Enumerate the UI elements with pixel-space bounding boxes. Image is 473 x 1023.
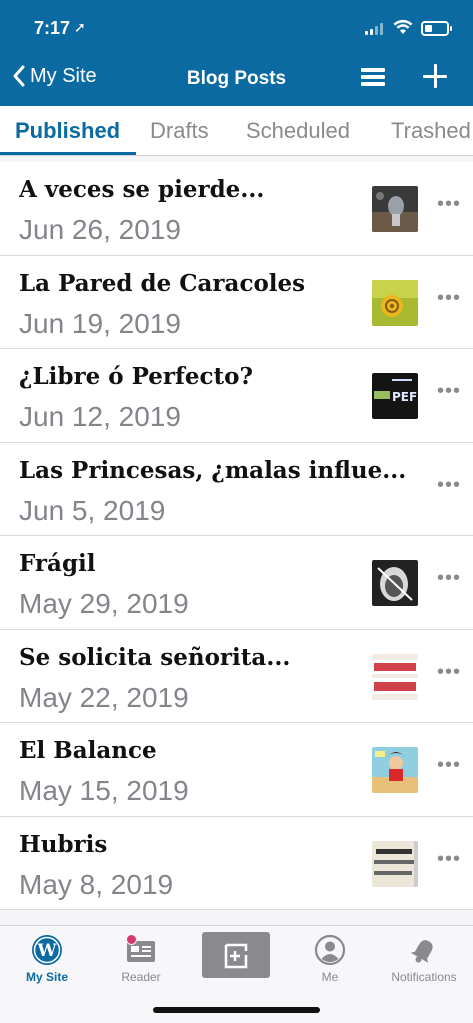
nav-bar: My Site Blog Posts	[0, 58, 473, 102]
post-date: May 8, 2019	[19, 868, 174, 900]
more-options-icon[interactable]: •••	[437, 193, 461, 217]
more-options-icon[interactable]: •••	[437, 567, 461, 591]
tab-notifications[interactable]: Notifications	[379, 934, 469, 984]
tab-trashed[interactable]: Trashed	[391, 118, 471, 144]
add-post-button[interactable]	[423, 64, 447, 88]
list-item[interactable]: Frágil May 29, 2019 •••	[0, 536, 473, 630]
post-list: A veces se pierde... Jun 26, 2019 ••• La…	[0, 162, 473, 910]
list-item[interactable]: La Pared de Caracoles Jun 19, 2019 •••	[0, 255, 473, 349]
list-item[interactable]: Hubris May 8, 2019 •••	[0, 816, 473, 910]
tab-scheduled[interactable]: Scheduled	[246, 118, 350, 144]
tab-label: Me	[321, 970, 339, 984]
post-date: May 15, 2019	[19, 775, 189, 806]
post-thumbnail	[372, 747, 418, 793]
svg-text:PEFEC: PEFEC	[392, 390, 418, 404]
battery-icon	[421, 21, 452, 36]
cellular-signal-icon	[365, 23, 383, 35]
tab-label: Notifications	[391, 970, 457, 984]
post-title: Frágil	[19, 550, 96, 577]
tab-label: Reader	[121, 970, 161, 984]
post-date: Jun 26, 2019	[19, 214, 181, 245]
post-title: ¿Libre ó Perfecto?	[19, 363, 253, 390]
post-thumbnail: PEFEC	[372, 373, 418, 419]
compose-post-button[interactable]	[191, 932, 281, 978]
profile-icon	[314, 934, 346, 966]
post-title: El Balance	[19, 737, 157, 764]
post-date: Jun 12, 2019	[19, 401, 181, 432]
tab-published[interactable]: Published	[15, 118, 120, 144]
page-title: Blog Posts	[186, 68, 287, 89]
tab-me[interactable]: Me	[285, 934, 375, 984]
post-date: May 22, 2019	[19, 681, 189, 713]
post-date: Jun 5, 2019	[19, 494, 166, 526]
post-date: Jun 19, 2019	[19, 307, 181, 339]
bell-icon	[410, 940, 433, 963]
location-arrow-icon: ➚	[74, 19, 86, 35]
compose-post-icon	[202, 932, 270, 978]
tab-my-site[interactable]: W My Site	[2, 934, 92, 984]
tab-label: My Site	[25, 970, 68, 984]
status-time: 7:17	[34, 18, 71, 38]
post-date: May 29, 2019	[19, 588, 189, 619]
wifi-icon	[393, 19, 413, 34]
post-title: La Pared de Caracoles	[19, 269, 306, 297]
more-options-icon[interactable]: •••	[437, 661, 461, 685]
post-title: Se solicita señorita...	[19, 643, 291, 671]
home-indicator	[153, 1007, 320, 1013]
list-item[interactable]: Las Princesas, ¿malas influe... Jun 5, 2…	[0, 442, 473, 536]
list-item[interactable]: ¿Libre ó Perfecto? Jun 12, 2019 PEFEC ••…	[0, 349, 473, 443]
svg-text:W: W	[36, 941, 57, 961]
more-options-icon[interactable]: •••	[437, 380, 461, 404]
post-title: A veces se pierde...	[19, 176, 265, 203]
more-options-icon[interactable]: •••	[437, 474, 461, 498]
tab-reader[interactable]: Reader	[96, 934, 186, 984]
list-item[interactable]: A veces se pierde... Jun 26, 2019 •••	[0, 162, 473, 256]
status-bar: 7:17 ➚	[0, 14, 473, 44]
post-thumbnail	[372, 560, 418, 606]
post-thumbnail	[372, 279, 418, 326]
post-thumbnail	[372, 186, 418, 232]
more-options-icon[interactable]: •••	[437, 754, 461, 778]
post-thumbnail	[372, 653, 418, 700]
post-title: Hubris	[19, 830, 108, 858]
top-bar: 7:17 ➚ My Site Blog Posts	[0, 0, 473, 106]
list-item[interactable]: El Balance May 15, 2019 •••	[0, 723, 473, 817]
post-status-tabs: Published Drafts Scheduled Trashed	[0, 106, 473, 156]
post-thumbnail	[372, 840, 418, 887]
post-title: Las Princesas, ¿malas influe...	[19, 456, 407, 484]
tab-drafts[interactable]: Drafts	[150, 118, 209, 144]
more-options-icon[interactable]: •••	[437, 848, 461, 872]
active-tab-indicator	[0, 152, 136, 155]
unread-badge	[126, 934, 137, 945]
list-item[interactable]: Se solicita señorita... May 22, 2019 •••	[0, 629, 473, 723]
more-options-icon[interactable]: •••	[437, 287, 461, 311]
list-menu-icon[interactable]	[361, 68, 385, 90]
wordpress-icon: W	[32, 935, 62, 965]
